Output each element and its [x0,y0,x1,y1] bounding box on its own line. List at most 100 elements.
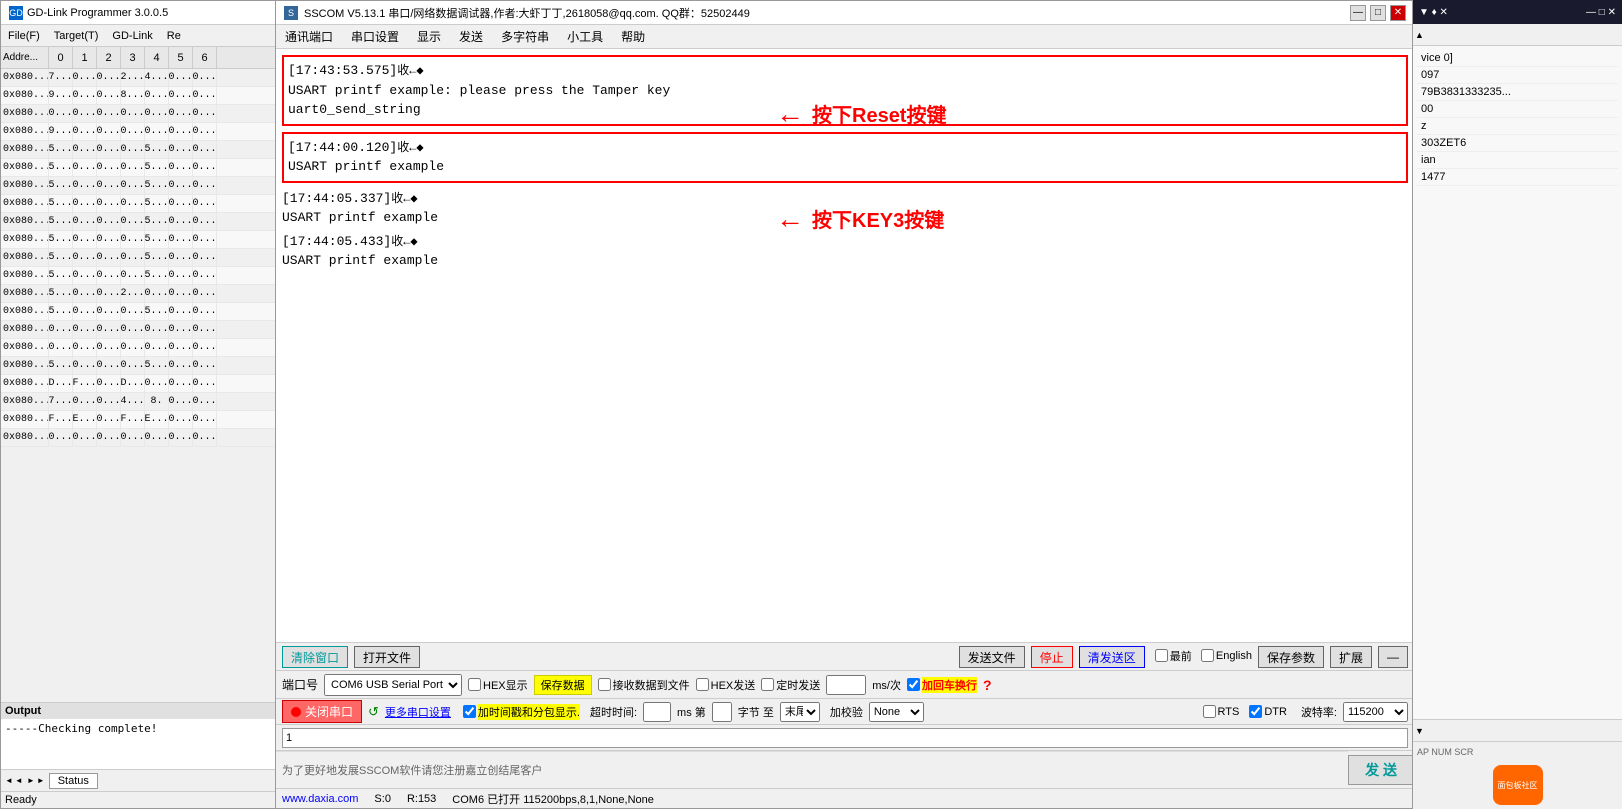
last-checkbox[interactable] [1155,649,1168,662]
port-select[interactable]: COM6 USB Serial Port [324,674,462,696]
table-row: 0x080...5...0...0...0...5...0...0... [1,141,279,159]
msg-timestamp: [17:43:53.575] [288,63,397,78]
interval-input[interactable]: 1000 [826,675,866,695]
table-cell: 0... [145,87,169,104]
more-settings-btn[interactable]: 更多串口设置 [385,704,451,720]
menu-gdlink[interactable]: GD-Link [109,29,155,43]
table-row: 0x080...5...0...0...0...5...0...0... [1,231,279,249]
menu-target[interactable]: Target(T) [51,29,102,43]
send-file-btn[interactable]: 发送文件 [959,646,1025,668]
port-label: 端口号 [282,676,318,693]
table-cell: F... [49,411,73,428]
expand-btn[interactable]: 扩展 [1330,646,1372,668]
send-btn[interactable]: 发 送 [1348,755,1414,785]
table-cell: 5... [49,303,73,320]
save-params-btn[interactable]: 保存参数 [1258,646,1324,668]
minimize-btn[interactable]: — [1350,5,1366,21]
ms-label: ms 第 [677,704,706,720]
right-content: vice 0]09779B3831333235...00z303ZET6ian1… [1413,46,1622,719]
refresh-icon[interactable]: ↺ [368,704,379,720]
table-cell: 0... [97,105,121,122]
table-cell: 0x080... [1,105,49,122]
rts-wrap: RTS [1203,705,1240,718]
table-cell: 0... [193,141,217,158]
status-s: S:0 [374,793,391,805]
hex-display-label: HEX显示 [483,677,528,693]
table-row: 0x080...0...0...0...0...0...0...0... [1,429,279,447]
table-cell: 0... [121,195,145,212]
hex-display-checkbox[interactable] [468,678,481,691]
right-item: vice 0] [1417,50,1618,67]
table-cell: 0x080... [1,357,49,374]
table-cell: 0... [121,267,145,284]
english-checkbox[interactable] [1201,649,1214,662]
table-cell: 0... [193,213,217,230]
close-serial-btn[interactable]: 关闭串口 [282,700,362,723]
timestamp-checkbox[interactable] [463,705,476,718]
table-cell: 0... [97,177,121,194]
table-cell: 5... [145,303,169,320]
table-cell: 5... [49,213,73,230]
table-cell: 5... [145,249,169,266]
menu-multistr[interactable]: 多字符串 [498,27,552,46]
menu-help[interactable]: 帮助 [618,27,648,46]
stop-btn[interactable]: 停止 [1031,646,1073,668]
table-cell: 0... [169,123,193,140]
menu-re[interactable]: Re [164,29,184,43]
table-cell: 4... [121,393,145,410]
msg-time-line: [17:43:53.575]收←◆ [288,61,1402,81]
save-data-btn[interactable]: 保存数据 [534,675,592,695]
timed-send-checkbox[interactable] [761,678,774,691]
table-cell: 0... [121,105,145,122]
msg-timestamp: [17:44:05.337] [282,191,391,206]
rts-checkbox[interactable] [1203,705,1216,718]
table-cell: 0... [73,339,97,356]
table-cell: 0... [97,141,121,158]
menu-file[interactable]: File(F) [5,29,43,43]
close-btn[interactable]: ✕ [1390,5,1406,21]
right-scroll-up[interactable]: ▲ [1415,30,1424,40]
recv-file-checkbox[interactable] [598,678,611,691]
collapse-btn[interactable]: — [1378,646,1408,668]
table-cell: 5... [49,195,73,212]
table-cell: 0... [121,321,145,338]
menu-comm[interactable]: 通讯端口 [282,27,336,46]
table-cell: 0x080... [1,249,49,266]
menu-display[interactable]: 显示 [414,27,444,46]
clear-window-btn[interactable]: 清除窗口 [282,646,348,668]
dtr-checkbox[interactable] [1249,705,1262,718]
baud-select[interactable]: 115200 [1343,702,1408,722]
table-row: 0x080...D...F...0...D...0...0...0... [1,375,279,393]
checksum-select[interactable]: None [869,702,924,722]
tab-status[interactable]: Status [49,773,98,789]
crlf-checkbox[interactable] [907,678,920,691]
send-input[interactable] [282,728,1408,748]
menu-send[interactable]: 发送 [456,27,486,46]
tail-select[interactable]: 末尾 [780,702,820,722]
hex-send-checkbox[interactable] [696,678,709,691]
baozi-icon[interactable]: 面包板社区 [1493,765,1543,805]
timeout-input[interactable]: 20 [643,702,671,722]
table-cell: 0... [121,303,145,320]
byte-input[interactable]: 1 [712,702,732,722]
msg-recv: 收←◆ [391,192,417,206]
msg-content: USART printf example [282,251,1408,271]
table-cell: 2... [121,285,145,302]
table-row: 0x080...0...0...0...0...0...0...0... [1,105,279,123]
baud-label: 波特率: [1301,704,1337,720]
table-cell: D... [49,375,73,392]
clear-send-btn[interactable]: 清发送区 [1079,646,1145,668]
maximize-btn[interactable]: □ [1370,5,1386,21]
menu-tools[interactable]: 小工具 [564,27,606,46]
table-cell: 0... [169,87,193,104]
table-cell: 0... [97,159,121,176]
table-cell: 5... [49,285,73,302]
table-cell: 0... [73,105,97,122]
table-cell: 0... [169,411,193,428]
table-row: 0x080...5...0...0...0...5...0...0... [1,267,279,285]
table-cell: 0... [193,105,217,122]
menu-serial-settings[interactable]: 串口设置 [348,27,402,46]
open-file-btn[interactable]: 打开文件 [354,646,420,668]
right-scroll-down[interactable]: ▼ [1415,726,1424,736]
table-cell: 0... [169,267,193,284]
